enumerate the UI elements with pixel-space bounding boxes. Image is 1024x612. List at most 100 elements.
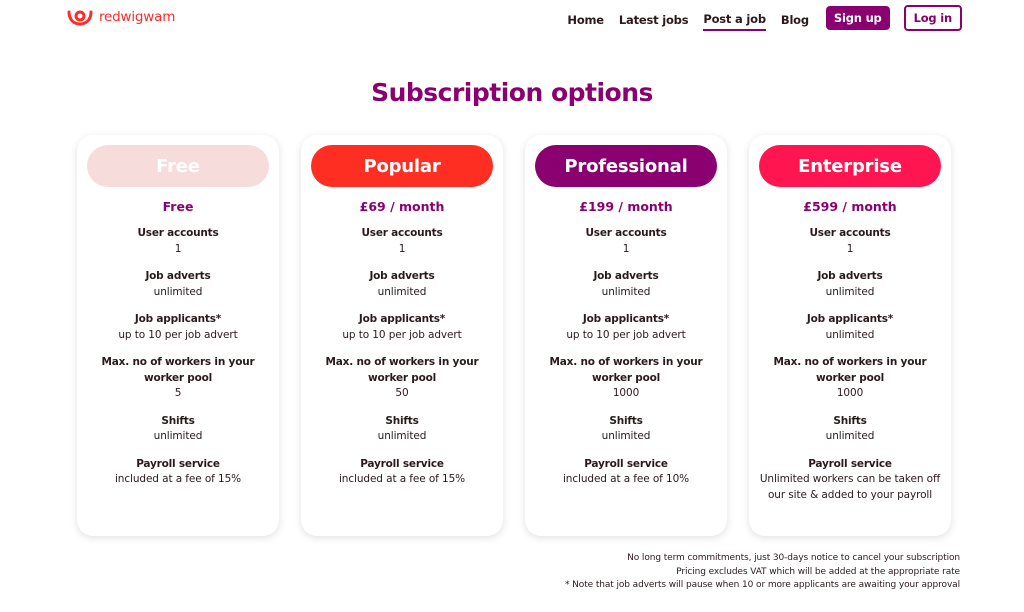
plan-button-popular[interactable]: Popular xyxy=(311,145,493,187)
feature-value: unlimited xyxy=(153,430,203,442)
note-job-adverts-pause: * Note that job adverts will pause when … xyxy=(565,580,960,590)
plan-card-popular: Popular £69 / month User accounts 1 Job a… xyxy=(301,135,503,536)
feature-value: up to 10 per job advert xyxy=(342,328,462,341)
feature-value: 1000 xyxy=(612,387,640,399)
plan-price: £69 / month xyxy=(359,199,445,214)
plan-price: £199 / month xyxy=(579,199,673,214)
feature-value: unlimited xyxy=(825,285,875,298)
plan-button-professional[interactable]: Professional xyxy=(535,145,717,187)
feature-value: 1000 xyxy=(836,387,864,399)
nav-home[interactable]: Home xyxy=(567,7,604,30)
feature-label: Job applicants* xyxy=(134,313,222,325)
feature-label: Max. no of workers in your worker pool xyxy=(773,356,927,384)
feature-value: unlimited xyxy=(377,430,427,442)
plan-card-enterprise: Enterprise £599 / month User accounts 1 J… xyxy=(749,135,951,536)
wigwam-logo-icon xyxy=(67,10,93,26)
nav-blog[interactable]: Blog xyxy=(781,7,809,30)
feature-job-applicants: Job applicants* up to 10 per job advert xyxy=(311,312,493,343)
feature-label: Job adverts xyxy=(145,270,211,282)
feature-payroll: Payroll service included at a fee of 15% xyxy=(87,457,269,488)
feature-value: unlimited xyxy=(153,285,203,298)
feature-label: Payroll service xyxy=(808,457,892,470)
footnotes: No long term commitments, just 30-days n… xyxy=(565,552,960,593)
feature-label: Shifts xyxy=(385,414,419,427)
feature-value: unlimited xyxy=(601,430,651,442)
feature-value: included at a fee of 15% xyxy=(114,473,242,485)
feature-payroll: Payroll service Unlimited workers can be … xyxy=(759,457,941,504)
feature-label: User accounts xyxy=(361,227,443,239)
note-commitment: No long term commitments, just 30-days n… xyxy=(627,553,960,563)
feature-value: Unlimited workers can be taken off our s… xyxy=(759,473,941,501)
feature-worker-pool: Max. no of workers in your worker pool 5 xyxy=(87,355,269,402)
feature-shifts: Shifts unlimited xyxy=(759,414,941,445)
note-vat: Pricing excludes VAT which will be added… xyxy=(676,566,960,577)
feature-label: Job adverts xyxy=(817,270,883,282)
feature-label: Job adverts xyxy=(369,270,435,282)
plan-price: £599 / month xyxy=(803,199,897,214)
feature-label: Max. no of workers in your worker pool xyxy=(101,356,255,384)
feature-value: included at a fee of 10% xyxy=(562,473,690,485)
feature-job-applicants: Job applicants* up to 10 per job advert xyxy=(87,312,269,343)
feature-shifts: Shifts unlimited xyxy=(535,414,717,445)
feature-user-accounts: User accounts 1 xyxy=(87,226,269,257)
site-header: redwigwam Home Latest jobs Post a job Bl… xyxy=(0,0,1024,34)
plan-button-enterprise[interactable]: Enterprise xyxy=(759,145,941,187)
feature-worker-pool: Max. no of workers in your worker pool 50 xyxy=(311,355,493,402)
feature-shifts: Shifts unlimited xyxy=(87,414,269,445)
feature-label: Max. no of workers in your worker pool xyxy=(325,356,479,384)
feature-label: Shifts xyxy=(833,414,867,427)
feature-job-applicants: Job applicants* up to 10 per job advert xyxy=(535,312,717,343)
feature-label: Shifts xyxy=(609,414,643,427)
main-nav: Home Latest jobs Post a job Blog Sign up… xyxy=(567,5,962,31)
logo-text: redwigwam xyxy=(99,9,176,25)
feature-shifts: Shifts unlimited xyxy=(311,414,493,445)
feature-job-applicants: Job applicants* unlimited xyxy=(759,312,941,343)
feature-value: 1 xyxy=(846,242,854,255)
feature-job-adverts: Job adverts unlimited xyxy=(759,269,941,300)
feature-value: 1 xyxy=(622,242,630,255)
nav-latest-jobs[interactable]: Latest jobs xyxy=(619,7,689,30)
feature-label: Job adverts xyxy=(593,270,659,282)
feature-value: unlimited xyxy=(601,285,651,298)
feature-label: Job applicants* xyxy=(582,313,670,325)
plan-card-professional: Professional £199 / month User accounts 1… xyxy=(525,135,727,536)
feature-job-adverts: Job adverts unlimited xyxy=(87,269,269,300)
feature-label: Payroll service xyxy=(360,457,444,470)
feature-user-accounts: User accounts 1 xyxy=(759,226,941,257)
feature-value: unlimited xyxy=(377,285,427,298)
plan-cards: Free Free User accounts 1 Job adverts unli… xyxy=(77,135,951,536)
feature-value: 5 xyxy=(174,387,182,399)
sign-up-button[interactable]: Sign up xyxy=(825,6,890,30)
feature-value: up to 10 per job advert xyxy=(566,328,686,341)
feature-value: included at a fee of 15% xyxy=(338,473,466,485)
feature-worker-pool: Max. no of workers in your worker pool 10… xyxy=(759,355,941,402)
log-in-button[interactable]: Log in xyxy=(903,5,962,31)
feature-job-adverts: Job adverts unlimited xyxy=(535,269,717,300)
nav-post-a-job[interactable]: Post a job xyxy=(703,6,766,31)
plan-card-free: Free Free User accounts 1 Job adverts unli… xyxy=(77,135,279,536)
feature-label: User accounts xyxy=(137,227,219,239)
page-title: Subscription options xyxy=(371,78,653,107)
feature-user-accounts: User accounts 1 xyxy=(311,226,493,257)
feature-label: Job applicants* xyxy=(358,313,446,325)
feature-label: Max. no of workers in your worker pool xyxy=(549,356,703,384)
feature-value: 50 xyxy=(395,387,409,399)
plan-button-free[interactable]: Free xyxy=(87,145,269,187)
feature-label: Shifts xyxy=(161,414,195,427)
feature-label: User accounts xyxy=(585,227,667,239)
feature-value: 1 xyxy=(398,242,406,255)
feature-value: unlimited xyxy=(825,328,875,341)
feature-payroll: Payroll service included at a fee of 15% xyxy=(311,457,493,488)
feature-user-accounts: User accounts 1 xyxy=(535,226,717,257)
feature-worker-pool: Max. no of workers in your worker pool 10… xyxy=(535,355,717,402)
feature-label: Job applicants* xyxy=(806,313,894,325)
feature-value: unlimited xyxy=(825,430,875,442)
plan-price: Free xyxy=(162,199,194,214)
feature-value: up to 10 per job advert xyxy=(118,328,238,341)
feature-job-adverts: Job adverts unlimited xyxy=(311,269,493,300)
logo[interactable]: redwigwam xyxy=(67,8,175,26)
feature-label: Payroll service xyxy=(136,457,220,470)
feature-label: Payroll service xyxy=(584,457,668,470)
feature-label: User accounts xyxy=(809,227,891,239)
feature-payroll: Payroll service included at a fee of 10% xyxy=(535,457,717,488)
